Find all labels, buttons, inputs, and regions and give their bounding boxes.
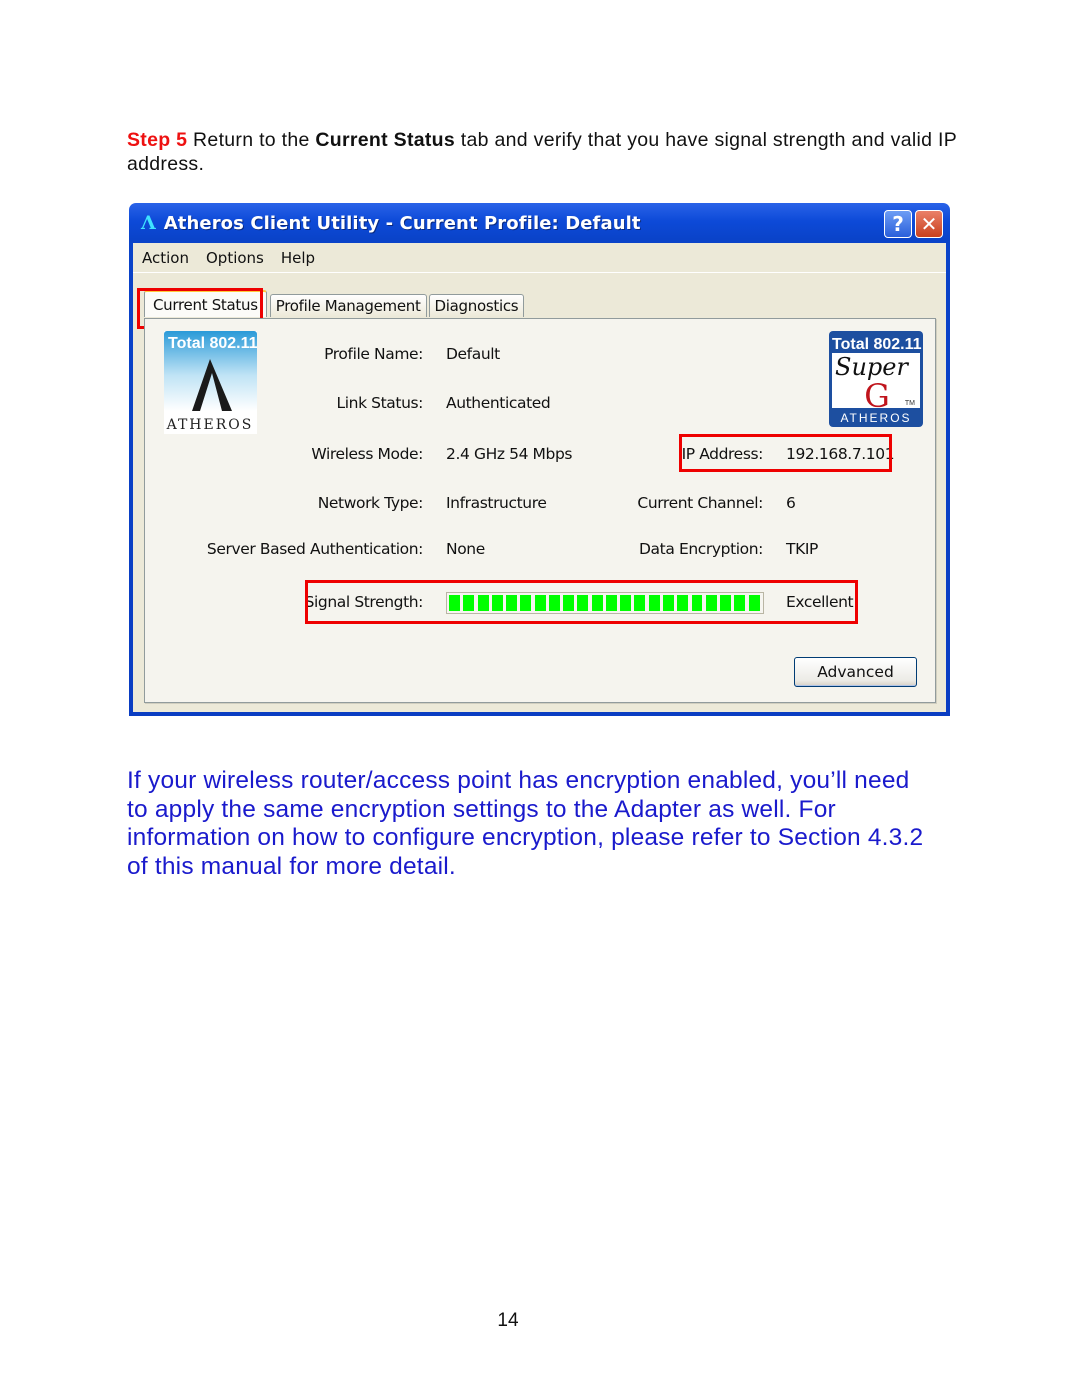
logo-left-brand: ATHEROS (166, 417, 254, 433)
encryption-note: If your wireless router/access point has… (127, 767, 924, 880)
menu-options[interactable]: Options (206, 249, 264, 267)
total-80211-atheros-logo: Total 802.11 ATHEROS (164, 331, 257, 434)
step-bold-text: Current Status (315, 129, 456, 151)
atheros-logo-icon: Λ (141, 212, 156, 234)
menu-bar: Action Options Help (133, 243, 946, 273)
window-client-area: Action Options Help Current Status Profi… (133, 243, 946, 712)
tab-profile-management[interactable]: Profile Management (269, 294, 427, 317)
current-status-panel: Total 802.11 ATHEROS Total 802.11 Super … (144, 318, 936, 703)
profile-name-label: Profile Name: (324, 345, 423, 363)
step-instruction: Step 5 Return to the Current Status tab … (127, 128, 967, 176)
menu-help[interactable]: Help (281, 249, 315, 267)
current-channel-value: 6 (786, 494, 796, 512)
total-80211-super-g-logo: Total 802.11 Super G TM ATHEROS (829, 331, 923, 427)
server-auth-label: Server Based Authentication: (206, 540, 423, 558)
data-encryption-value: TKIP (786, 540, 818, 558)
signal-strength-highlight (305, 580, 858, 624)
logo-right-tm: TM (905, 400, 915, 407)
wireless-mode-value: 2.4 GHz 54 Mbps (446, 445, 573, 463)
window-title: Atheros Client Utility - Current Profile… (163, 212, 641, 234)
link-status-label: Link Status: (336, 394, 424, 412)
logo-right-brand: ATHEROS (840, 411, 911, 425)
title-bar[interactable]: Λ Atheros Client Utility - Current Profi… (133, 203, 946, 243)
logo-left-top-text: Total 802.11 (168, 335, 257, 352)
network-type-label: Network Type: (317, 494, 424, 512)
server-auth-value: None (446, 540, 485, 558)
page-number: 14 (497, 1310, 519, 1331)
wireless-mode-label: Wireless Mode: (311, 445, 423, 463)
current-channel-label: Current Channel: (637, 494, 763, 512)
step-text-before: Return to the (187, 129, 316, 151)
atheros-client-utility-window: Λ Atheros Client Utility - Current Profi… (129, 203, 950, 716)
step-label: Step 5 (127, 129, 188, 151)
help-button[interactable]: ? (884, 210, 912, 238)
profile-name-value: Default (446, 345, 500, 363)
data-encryption-label: Data Encryption: (639, 540, 763, 558)
tab-diagnostics[interactable]: Diagnostics (428, 294, 525, 317)
link-status-value: Authenticated (446, 394, 551, 412)
ip-address-highlight (679, 434, 892, 472)
logo-right-letter: G (864, 377, 890, 415)
network-type-value: Infrastructure (446, 494, 547, 512)
help-icon: ? (892, 212, 904, 236)
advanced-button[interactable]: Advanced (794, 657, 917, 687)
close-button[interactable]: ✕ (915, 210, 943, 238)
close-icon: ✕ (920, 212, 938, 236)
logo-right-top-text: Total 802.11 (832, 336, 922, 353)
menu-action[interactable]: Action (142, 249, 189, 267)
